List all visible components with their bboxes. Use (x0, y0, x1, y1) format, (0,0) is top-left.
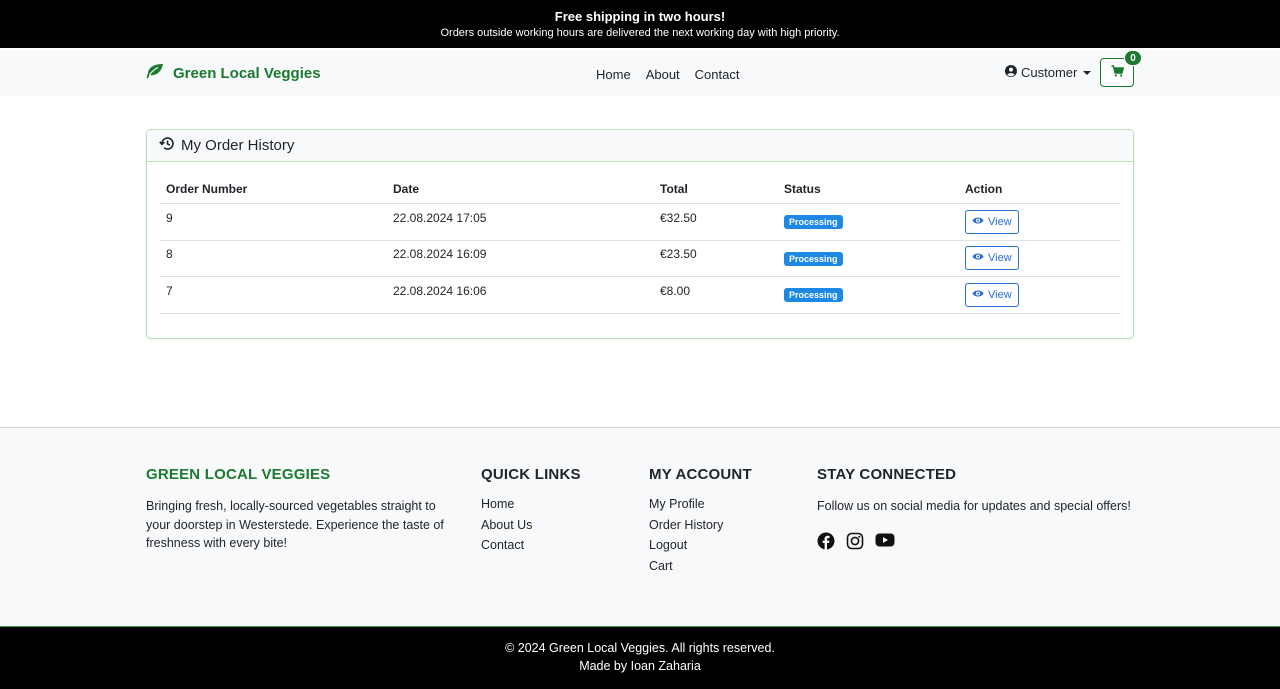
order-number: 9 (166, 210, 173, 225)
history-icon (159, 136, 181, 155)
view-label: View (988, 252, 1012, 265)
footer-about: GREEN LOCAL VEGGIES Bringing fresh, loca… (146, 466, 456, 553)
user-menu-label: Customer (1021, 65, 1078, 80)
brand-name: Green Local Veggies (173, 64, 321, 82)
col-action: Action (965, 182, 1003, 196)
col-total: Total (660, 182, 688, 196)
footer-account: MY ACCOUNT My Profile Order History Logo… (649, 466, 799, 579)
nav-contact[interactable]: Contact (695, 67, 740, 82)
cart-count-badge: 0 (1124, 50, 1142, 66)
facebook-icon[interactable] (817, 532, 835, 555)
order-total: €32.50 (660, 210, 697, 225)
table-row: 8 22.08.2024 16:09 €23.50 Processing Vie… (160, 241, 1121, 278)
nav-about[interactable]: About (646, 67, 680, 82)
order-number: 7 (166, 283, 173, 298)
footer-link-cart[interactable]: Cart (649, 559, 799, 580)
view-order-button[interactable]: View (965, 209, 1019, 234)
youtube-icon[interactable] (875, 532, 895, 555)
user-menu-toggle[interactable]: Customer (1005, 65, 1092, 80)
status-badge: Processing (784, 215, 843, 230)
leaf-icon (146, 63, 173, 83)
card-title: My Order History (181, 137, 295, 154)
announcement-bar: Free shipping in two hours! Orders outsi… (0, 0, 1280, 48)
user-circle-icon (1005, 65, 1021, 80)
brand-link[interactable]: Green Local Veggies (146, 63, 321, 83)
credit-text: Made by Ioan Zaharia (579, 659, 701, 673)
eye-icon (972, 216, 988, 228)
table-row: 9 22.08.2024 17:05 €32.50 Processing Vie… (160, 204, 1121, 241)
caret-down-icon (1083, 70, 1092, 75)
copyright-bar: © 2024 Green Local Veggies. All rights r… (0, 626, 1280, 689)
stay-connected-heading: STAY CONNECTED (817, 466, 957, 483)
social-links (817, 532, 1147, 555)
view-order-button[interactable]: View (965, 282, 1019, 307)
quick-links-heading: QUICK LINKS (481, 466, 581, 483)
footer: GREEN LOCAL VEGGIES Bringing fresh, loca… (0, 427, 1280, 626)
col-date: Date (393, 182, 420, 196)
footer-link-profile[interactable]: My Profile (649, 497, 799, 518)
table-row: 7 22.08.2024 16:06 €8.00 Processing View (160, 277, 1121, 314)
col-order-number: Order Number (166, 182, 248, 196)
footer-link-about[interactable]: About Us (481, 518, 631, 539)
footer-link-order-history[interactable]: Order History (649, 518, 799, 539)
footer-quick-links: QUICK LINKS Home About Us Contact (481, 466, 631, 559)
order-total: €8.00 (660, 283, 691, 298)
my-account-heading: MY ACCOUNT (649, 466, 752, 483)
order-total: €23.50 (660, 247, 697, 262)
view-label: View (988, 288, 1012, 301)
announcement-subtitle: Orders outside working hours are deliver… (440, 27, 840, 39)
order-date: 22.08.2024 16:06 (393, 283, 487, 298)
status-badge: Processing (784, 251, 843, 266)
footer-link-logout[interactable]: Logout (649, 538, 799, 559)
view-label: View (988, 215, 1012, 228)
view-order-button[interactable]: View (965, 246, 1019, 271)
footer-brand-heading: GREEN LOCAL VEGGIES (146, 466, 331, 483)
shopping-cart-icon (1111, 64, 1124, 82)
nav-links: Home About Contact (596, 67, 754, 82)
order-date: 22.08.2024 16:09 (393, 247, 487, 262)
orders-table: Order Number Date Total Status Action 9 … (160, 175, 1121, 314)
eye-icon (972, 289, 988, 301)
order-date: 22.08.2024 17:05 (393, 210, 487, 225)
copyright-text: © 2024 Green Local Veggies. All rights r… (505, 641, 775, 655)
navbar: Green Local Veggies Home About Contact C… (0, 48, 1280, 94)
footer-social: STAY CONNECTED Follow us on social media… (817, 466, 1147, 555)
eye-icon (972, 252, 988, 264)
social-text: Follow us on social media for updates an… (817, 499, 1131, 513)
order-history-card: My Order History Order Number Date Total… (146, 129, 1134, 339)
order-number: 8 (166, 247, 173, 262)
announcement-title: Free shipping in two hours! (554, 9, 726, 24)
footer-link-contact[interactable]: Contact (481, 538, 631, 559)
card-header: My Order History (147, 130, 1133, 162)
instagram-icon[interactable] (846, 532, 864, 555)
footer-link-home[interactable]: Home (481, 497, 631, 518)
col-status: Status (784, 182, 821, 196)
footer-about-text: Bringing fresh, locally-sourced vegetabl… (146, 499, 444, 550)
table-header-row: Order Number Date Total Status Action (160, 175, 1121, 204)
status-badge: Processing (784, 288, 843, 303)
nav-home[interactable]: Home (596, 67, 631, 82)
